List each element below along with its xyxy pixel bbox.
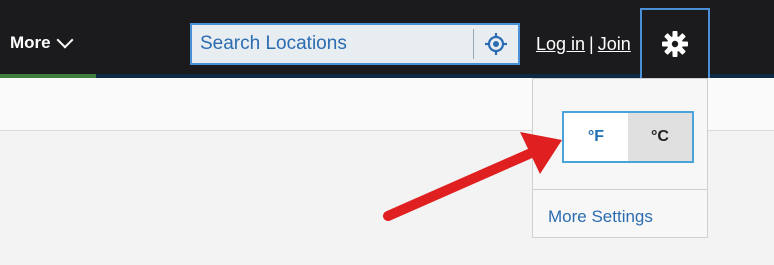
chevron-down-icon bbox=[56, 31, 74, 49]
more-menu-label: More bbox=[10, 33, 51, 52]
temperature-unit-toggle: °F °C bbox=[562, 111, 694, 163]
search-box bbox=[190, 23, 520, 65]
settings-button[interactable] bbox=[640, 8, 710, 78]
auth-separator: | bbox=[589, 34, 594, 54]
celsius-button[interactable]: °C bbox=[628, 113, 692, 161]
auth-links: Log in | Join bbox=[536, 34, 631, 55]
search-input[interactable] bbox=[192, 24, 473, 64]
more-menu-button[interactable]: More bbox=[10, 31, 74, 53]
login-link[interactable]: Log in bbox=[536, 34, 585, 55]
locate-button[interactable] bbox=[474, 25, 518, 63]
locate-icon bbox=[485, 33, 507, 55]
join-link[interactable]: Join bbox=[598, 34, 631, 55]
annotation-arrow bbox=[383, 132, 562, 221]
gear-icon bbox=[662, 31, 688, 57]
